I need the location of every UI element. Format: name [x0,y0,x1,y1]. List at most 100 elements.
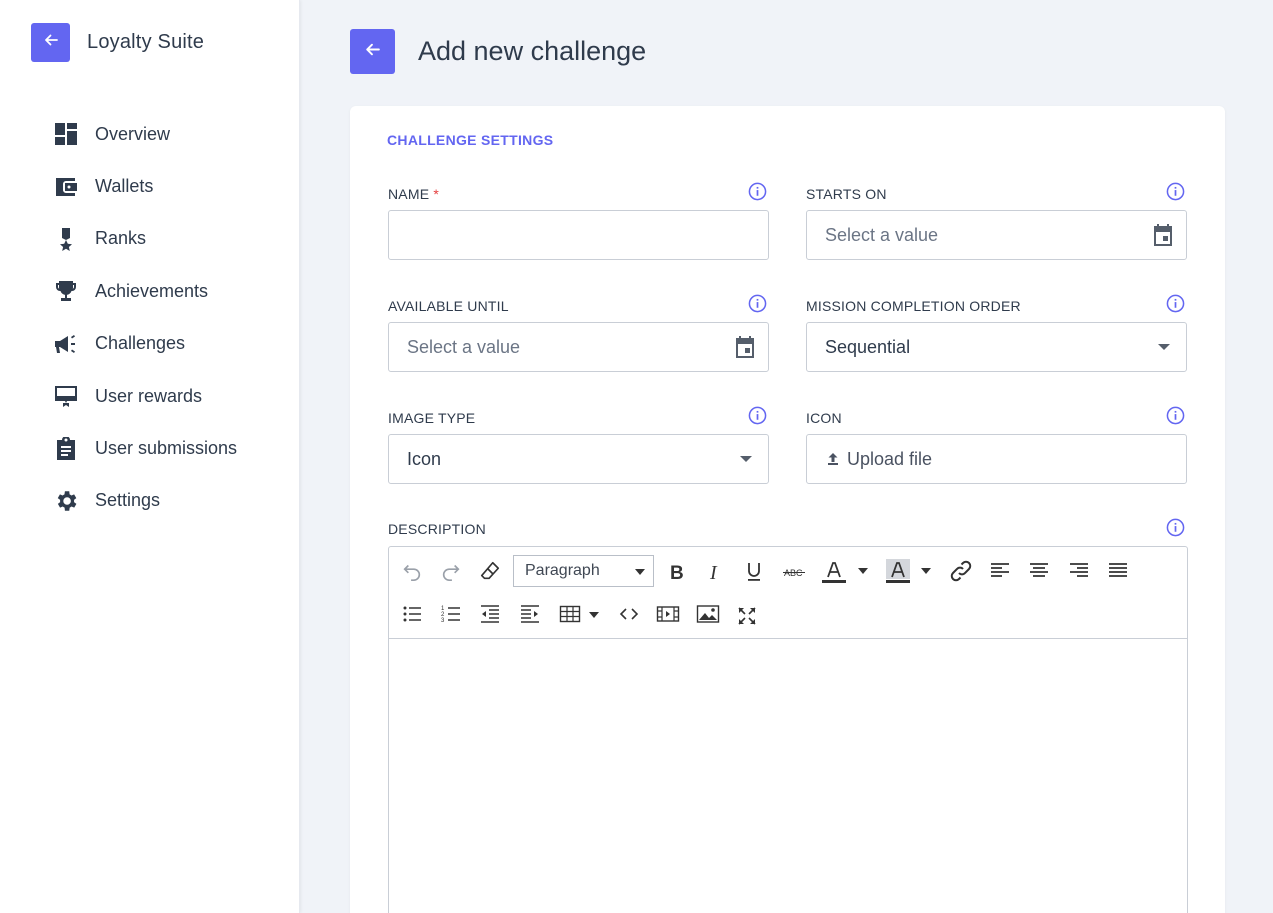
svg-text:I: I [709,562,718,582]
mission-order-select[interactable]: Sequential [806,322,1187,372]
code-view-icon[interactable] [615,600,643,628]
link-icon[interactable] [947,557,975,585]
info-icon[interactable] [748,182,767,201]
image-icon[interactable] [694,600,722,628]
brand: Loyalty Suite [31,23,204,62]
starts-on-placeholder: Select a value [825,224,939,245]
redo-icon[interactable] [437,557,465,585]
sidebar-item-achievements[interactable]: Achievements [53,265,237,317]
outdent-icon[interactable] [476,600,504,628]
image-type-label: IMAGE TYPE [388,410,476,426]
bullet-list-icon[interactable] [398,600,426,628]
highlight-color-icon[interactable] [884,557,912,585]
align-right-icon[interactable] [1065,557,1093,585]
sidebar-item-label: Overview [95,123,171,144]
sidebar-item-label: Wallets [95,176,154,197]
sidebar-item-label: User rewards [95,385,203,406]
fullscreen-icon[interactable] [733,602,761,630]
icon-upload-field[interactable]: Upload file [806,434,1187,484]
underline-icon[interactable] [740,558,768,586]
page-back-button[interactable] [350,29,395,74]
image-type-select[interactable]: Icon [388,434,769,484]
available-until-placeholder: Select a value [407,336,521,357]
challenge-settings-card: CHALLENGE SETTINGS NAME * STARTS ON Sele… [350,106,1225,913]
svg-text:B: B [670,563,684,582]
mission-order-value: Sequential [825,336,911,357]
chevron-down-icon [635,569,645,575]
sidebar-item-challenges[interactable]: Challenges [53,318,237,370]
name-label: NAME * [388,186,439,202]
info-icon[interactable] [748,294,767,313]
starts-on-label: STARTS ON [806,186,887,202]
info-icon[interactable] [1166,518,1185,537]
upload-file-label: Upload file [847,448,933,469]
reward-card-icon [53,383,79,409]
editor-content-area[interactable] [389,639,1187,913]
bold-icon[interactable]: B [662,558,690,586]
arrow-left-icon [43,32,59,53]
eraser-icon[interactable] [476,557,504,585]
sidebar-item-label: Achievements [95,280,209,301]
trophy-icon [53,278,79,304]
sidebar-item-settings[interactable]: Settings [53,475,237,527]
sidebar-back-button[interactable] [31,23,70,62]
sidebar-item-label: User submissions [95,438,238,459]
calendar-icon[interactable] [732,334,758,360]
strikethrough-icon[interactable]: ABC [780,558,808,586]
info-icon[interactable] [748,406,767,425]
sidebar-item-wallets[interactable]: Wallets [53,160,237,212]
numbered-list-icon[interactable]: 123 [437,600,465,628]
italic-icon[interactable]: I [701,558,729,586]
info-icon[interactable] [1166,182,1185,201]
name-label-text: NAME [388,186,430,202]
info-icon[interactable] [1166,294,1185,313]
name-field[interactable] [388,210,769,260]
image-type-value: Icon [407,448,442,469]
section-title: CHALLENGE SETTINGS [387,132,554,148]
sidebar-item-label: Settings [95,490,161,511]
paragraph-format-select[interactable]: Paragraph [513,555,654,587]
chevron-down-icon [740,456,752,462]
align-left-icon[interactable] [986,557,1014,585]
sidebar: Loyalty Suite Overview Wallets Ranks Ach… [0,0,300,913]
dashboard-icon [53,121,79,147]
description-editor: Paragraph B I ABC 1 2 3 [388,546,1188,913]
page-title: Add new challenge [418,36,647,66]
sidebar-item-user-submissions[interactable]: User submissions [53,422,237,474]
calendar-icon[interactable] [1150,222,1176,248]
paragraph-format-value: Paragraph [525,562,600,579]
svg-text:3: 3 [441,618,445,624]
indent-icon[interactable] [516,600,544,628]
align-justify-icon[interactable] [1104,557,1132,585]
gear-icon [53,488,79,514]
text-color-dropdown[interactable] [858,568,868,574]
text-color-icon[interactable] [820,557,848,585]
medal-icon [53,226,79,252]
sidebar-item-label: Challenges [95,333,186,354]
megaphone-icon [53,331,79,357]
sidebar-item-overview[interactable]: Overview [53,108,237,160]
arrow-left-icon [364,41,381,63]
info-icon[interactable] [1166,406,1185,425]
upload-icon [825,451,841,467]
sidebar-item-label: Ranks [95,228,147,249]
description-label: DESCRIPTION [388,521,486,537]
highlight-color-dropdown[interactable] [921,568,931,574]
brand-title: Loyalty Suite [87,31,205,53]
sidebar-nav: Overview Wallets Ranks Achievements Chal… [53,108,237,527]
table-icon[interactable] [556,600,584,628]
undo-icon[interactable] [398,557,426,585]
wallet-icon [53,174,79,200]
align-center-icon[interactable] [1025,557,1053,585]
available-until-label: AVAILABLE UNTIL [388,298,509,314]
chevron-down-icon [1158,344,1170,350]
mission-order-label: MISSION COMPLETION ORDER [806,298,1021,314]
starts-on-field[interactable]: Select a value [806,210,1187,260]
name-input[interactable] [407,211,768,259]
table-dropdown[interactable] [589,612,599,618]
clipboard-icon [53,436,79,462]
sidebar-item-user-rewards[interactable]: User rewards [53,370,237,422]
sidebar-item-ranks[interactable]: Ranks [53,213,237,265]
video-icon[interactable] [654,600,682,628]
available-until-field[interactable]: Select a value [388,322,769,372]
